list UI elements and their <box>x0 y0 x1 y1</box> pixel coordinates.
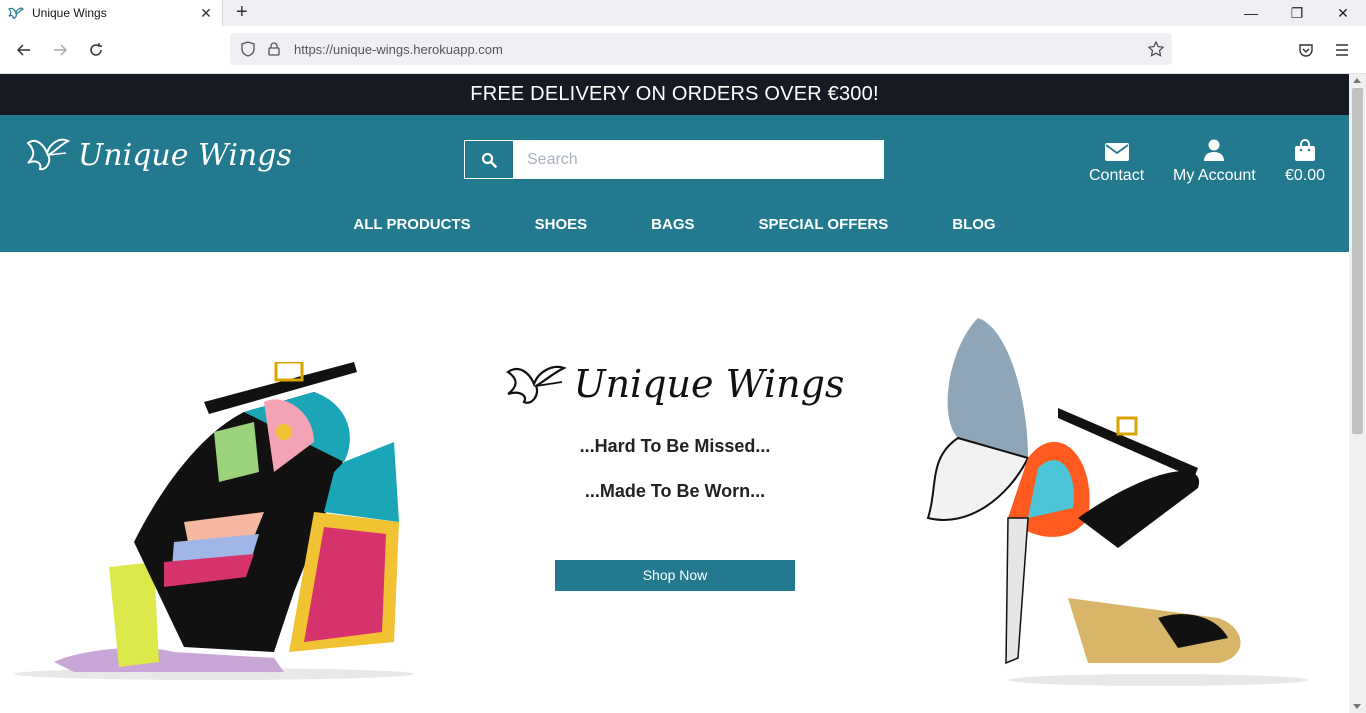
shopping-bag-icon <box>1295 135 1316 161</box>
scroll-up-icon[interactable] <box>1353 78 1361 83</box>
tab-title: Unique Wings <box>32 6 107 20</box>
restore-icon[interactable]: ❐ <box>1274 0 1320 26</box>
pocket-icon[interactable] <box>1296 40 1316 60</box>
hero-logo: Unique Wings <box>500 360 850 408</box>
menu-icon[interactable] <box>1332 40 1352 60</box>
page-scrollbar[interactable] <box>1349 74 1366 713</box>
web-page: FREE DELIVERY ON ORDERS OVER €300! Uniqu… <box>0 74 1349 713</box>
scroll-down-icon[interactable] <box>1353 704 1361 709</box>
forward-icon[interactable] <box>50 40 70 60</box>
shield-icon[interactable] <box>238 39 258 59</box>
butterfly-heel-image <box>926 318 1308 686</box>
colorful-sandal-image <box>14 362 414 680</box>
nav-all-products[interactable]: ALL PRODUCTS <box>353 216 470 233</box>
browser-tab[interactable]: Unique Wings ✕ <box>0 0 223 26</box>
search-icon <box>481 152 497 168</box>
shop-now-button[interactable]: Shop Now <box>555 560 795 591</box>
cart-link[interactable]: €0.00 <box>1285 135 1325 185</box>
minimize-icon[interactable]: — <box>1228 0 1274 26</box>
my-account-link[interactable]: My Account <box>1173 135 1256 185</box>
close-tab-icon[interactable]: ✕ <box>198 5 214 22</box>
reload-icon[interactable] <box>86 40 106 60</box>
close-window-icon[interactable]: ✕ <box>1320 0 1366 26</box>
logo-text: Unique Wings <box>78 137 292 173</box>
user-icon <box>1204 135 1225 161</box>
url-text[interactable]: https://unique-wings.herokuapp.com <box>294 42 503 57</box>
hero-logo-text: Unique Wings <box>573 362 845 406</box>
lock-icon[interactable] <box>264 39 284 59</box>
hero-text-block: Unique Wings ...Hard To Be Missed... ...… <box>500 360 850 591</box>
main-nav: ALL PRODUCTS SHOES BAGS SPECIAL OFFERS B… <box>0 216 1349 233</box>
search-button[interactable] <box>465 141 514 178</box>
tagline-hard-to-be-missed: ...Hard To Be Missed... <box>579 436 771 456</box>
my-account-label: My Account <box>1173 167 1256 184</box>
contact-label: Contact <box>1089 167 1145 184</box>
search-form <box>464 140 884 179</box>
tagline-made-to-be-worn: ...Made To Be Worn... <box>584 481 766 501</box>
contact-link[interactable]: Contact <box>1089 135 1144 185</box>
cart-total: €0.00 <box>1285 167 1326 184</box>
bookmark-star-icon[interactable] <box>1146 39 1166 59</box>
window-controls: — ❐ ✕ <box>1228 0 1366 26</box>
nav-shoes[interactable]: SHOES <box>535 216 588 233</box>
browser-tab-strip: Unique Wings ✕ + — ❐ ✕ <box>0 0 1366 26</box>
butterfly-favicon-icon <box>8 5 24 21</box>
envelope-icon <box>1104 135 1129 161</box>
butterfly-logo-icon <box>26 138 70 171</box>
hero-section: Unique Wings ...Hard To Be Missed... ...… <box>0 252 1349 713</box>
address-bar[interactable]: https://unique-wings.herokuapp.com <box>230 33 1172 65</box>
delivery-banner: FREE DELIVERY ON ORDERS OVER €300! <box>0 74 1349 115</box>
site-logo[interactable]: Unique Wings <box>26 135 292 175</box>
butterfly-logo-icon <box>505 365 566 404</box>
scrollbar-thumb[interactable] <box>1352 88 1363 434</box>
back-icon[interactable] <box>14 40 34 60</box>
new-tab-icon[interactable]: + <box>236 2 248 22</box>
search-input[interactable] <box>514 141 883 178</box>
nav-special-offers[interactable]: SPECIAL OFFERS <box>759 216 889 233</box>
nav-bags[interactable]: BAGS <box>651 216 694 233</box>
nav-blog[interactable]: BLOG <box>952 216 995 233</box>
site-header: Unique Wings Contact My Account €0.00 <box>0 115 1349 252</box>
browser-toolbar: https://unique-wings.herokuapp.com <box>0 26 1366 74</box>
